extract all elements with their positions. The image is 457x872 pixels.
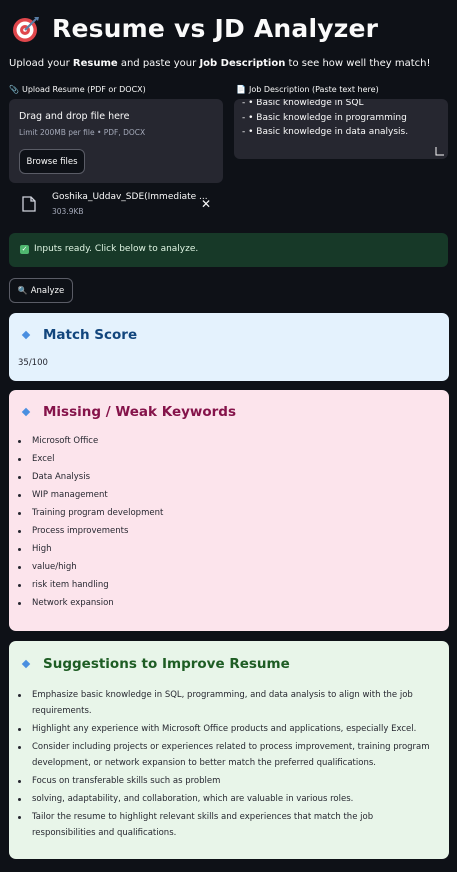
list-item: Network expansion [17, 597, 163, 615]
resize-handle-icon[interactable] [435, 146, 445, 156]
missing-keywords-list: Microsoft Office Excel Data Analysis WIP… [9, 435, 163, 615]
file-size: 303.9KB [52, 207, 84, 216]
diamond-icon [21, 330, 31, 340]
dropzone-title: Drag and drop file here [19, 111, 130, 122]
diamond-icon [21, 407, 31, 417]
target-dart-icon [13, 16, 39, 42]
missing-keywords-heading: Missing / Weak Keywords [21, 404, 236, 420]
list-item: High [17, 543, 163, 561]
list-item: Microsoft Office [17, 435, 163, 453]
suggestions-list: Emphasize basic knowledge in SQL, progra… [9, 687, 432, 843]
status-text: Inputs ready. Click below to analyze. [34, 244, 199, 254]
match-score-heading: Match Score [21, 327, 137, 343]
suggestions-card: Suggestions to Improve Resume Emphasize … [9, 641, 449, 859]
file-name: Goshika_Uddav_SDE(Immediate ... [52, 192, 208, 202]
list-item: Consider including projects or experienc… [18, 739, 432, 771]
list-item: Focus on transferable skills such as pro… [18, 773, 432, 789]
checkmark-icon: ✓ [20, 245, 29, 254]
list-item: WIP management [17, 489, 163, 507]
status-alert: ✓ Inputs ready. Click below to analyze. [9, 233, 448, 267]
file-icon [22, 196, 36, 212]
diamond-icon [21, 659, 31, 669]
list-item: Tailor the resume to highlight relevant … [18, 809, 432, 841]
jd-label: 📄 Job Description (Paste text here) [236, 85, 379, 94]
suggestions-heading: Suggestions to Improve Resume [21, 656, 290, 672]
file-dropzone[interactable]: Drag and drop file here Limit 200MB per … [9, 99, 223, 183]
browse-files-button[interactable]: Browse files [19, 149, 85, 174]
magnifier-icon: 🔍 [17, 286, 28, 295]
page-subtitle: Upload your Resume and paste your Job De… [9, 58, 431, 69]
dropzone-limit: Limit 200MB per file • PDF, DOCX [19, 128, 146, 137]
match-score-card: Match Score 35/100 [9, 313, 449, 381]
remove-file-close-icon[interactable]: ✕ [201, 197, 211, 211]
list-item: solving, adaptability, and collaboration… [18, 791, 432, 807]
jd-text: - • Basic knowledge in SQL - • Basic kno… [242, 99, 409, 137]
paperclip-icon: 📎 [9, 85, 19, 94]
job-description-textarea[interactable]: - • Basic knowledge in SQL - • Basic kno… [234, 99, 448, 159]
list-item: Emphasize basic knowledge in SQL, progra… [18, 687, 432, 719]
list-item: Highlight any experience with Microsoft … [18, 721, 432, 737]
missing-keywords-card: Missing / Weak Keywords Microsoft Office… [9, 390, 449, 631]
page-title: Resume vs JD Analyzer [52, 14, 379, 43]
list-item: risk item handling [17, 579, 163, 597]
uploaded-file: Goshika_Uddav_SDE(Immediate ... 303.9KB … [22, 190, 222, 220]
list-item: Process improvements [17, 525, 163, 543]
list-item: value/high [17, 561, 163, 579]
analyze-button[interactable]: 🔍 Analyze [9, 278, 73, 303]
list-item: Excel [17, 453, 163, 471]
page-header: Resume vs JD Analyzer [12, 14, 378, 43]
document-icon: 📄 [236, 85, 246, 94]
upload-label: 📎 Upload Resume (PDF or DOCX) [9, 85, 146, 94]
list-item: Training program development [17, 507, 163, 525]
match-score-value: 35/100 [18, 358, 48, 368]
list-item: Data Analysis [17, 471, 163, 489]
